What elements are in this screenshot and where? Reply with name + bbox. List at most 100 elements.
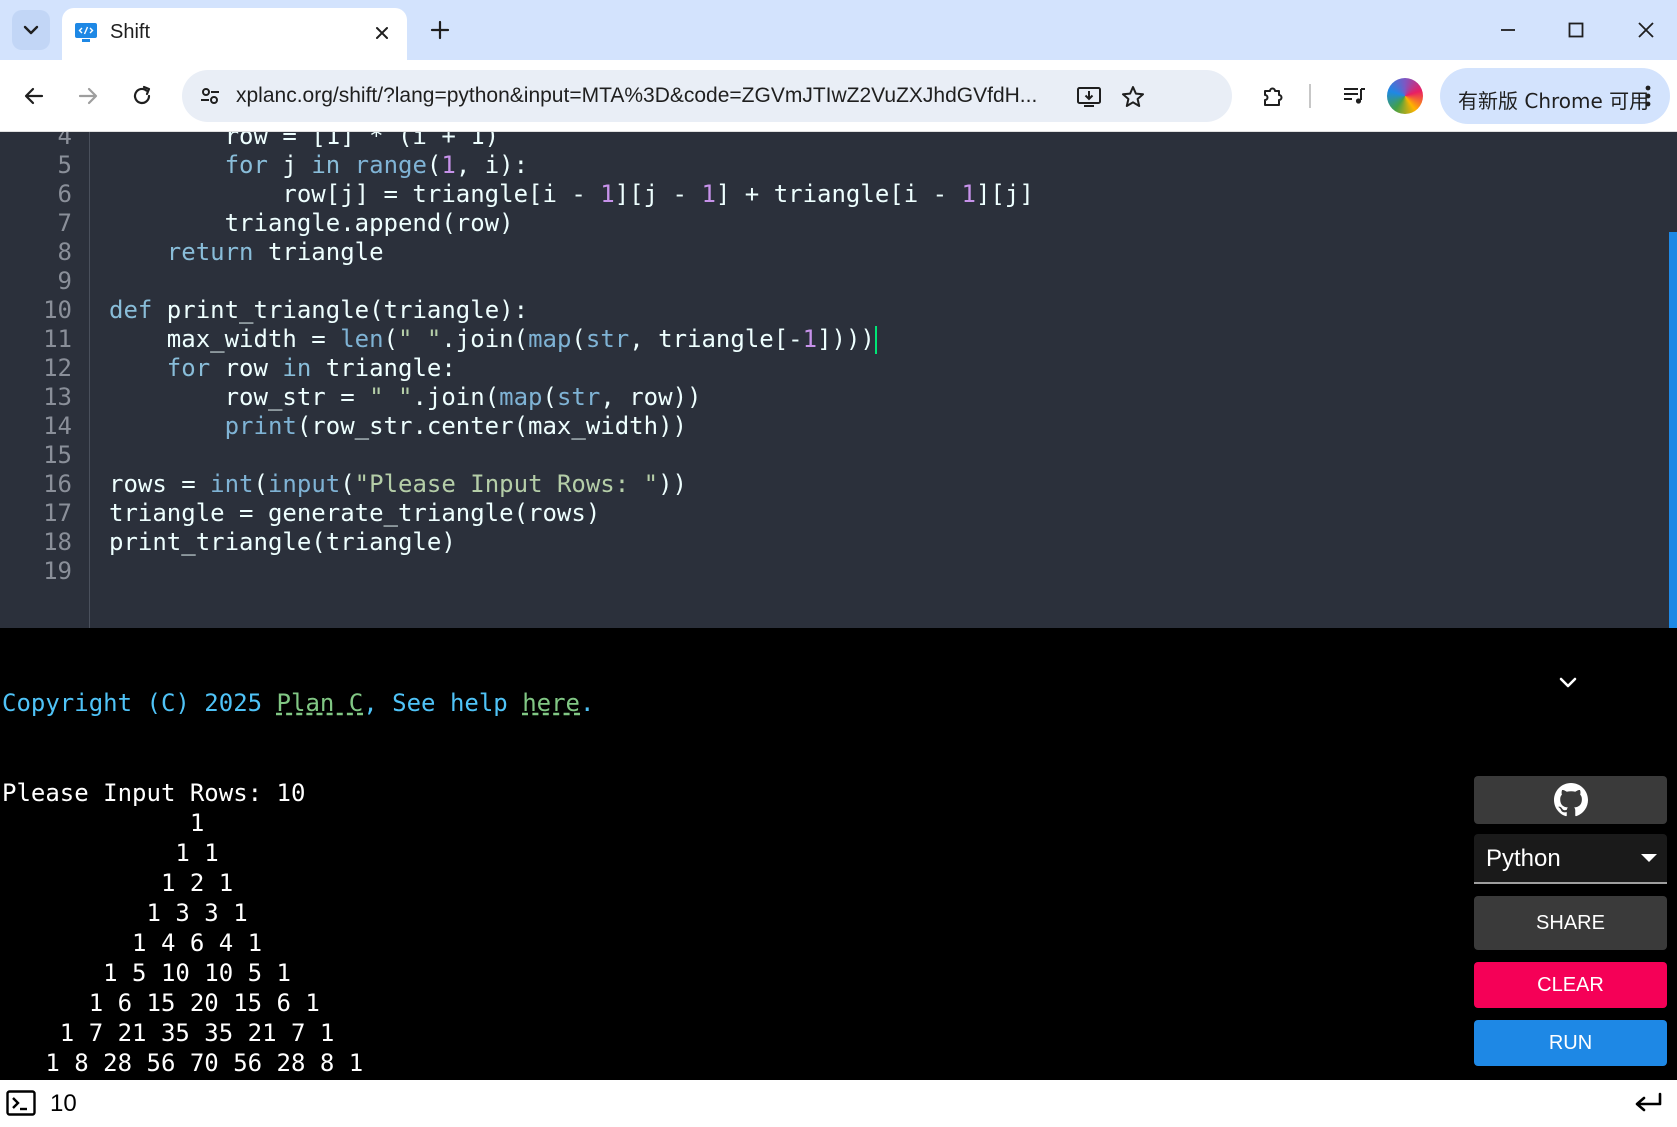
- line-number: 4: [57, 132, 72, 150]
- code-line[interactable]: 16 rows = int(input("Please Input Rows: "…: [0, 469, 1660, 500]
- minimize-button[interactable]: [1488, 12, 1528, 48]
- bookmark-button[interactable]: [1116, 80, 1150, 114]
- code-monitor-icon: [75, 23, 97, 42]
- code-line[interactable]: 18 print_triangle(triangle): [0, 527, 1660, 558]
- code-line[interactable]: 8 return triangle: [0, 237, 1660, 268]
- line-number: 15: [43, 441, 72, 469]
- line-number: 14: [43, 412, 72, 440]
- back-button[interactable]: [14, 76, 54, 116]
- code-line[interactable]: 15: [0, 440, 1660, 471]
- update-label: 有新版 Chrome 可用: [1458, 89, 1650, 113]
- close-icon: [376, 27, 388, 39]
- help-here-link[interactable]: here: [522, 689, 580, 717]
- maximize-icon: [1568, 22, 1584, 38]
- line-number: 10: [43, 296, 72, 324]
- install-app-icon: [1077, 87, 1101, 107]
- clear-button[interactable]: CLEAR: [1474, 962, 1667, 1008]
- code-text[interactable]: print_triangle(triangle): [109, 527, 456, 558]
- code-text[interactable]: triangle.append(row): [109, 208, 514, 239]
- run-button[interactable]: RUN: [1474, 1020, 1667, 1066]
- site-info-button[interactable]: [194, 80, 226, 112]
- dropdown-arrow-icon: [1641, 854, 1657, 862]
- code-text[interactable]: row_str = " ".join(map(str, row)): [109, 382, 702, 413]
- window-close-button[interactable]: [1626, 12, 1666, 48]
- output-line: 1 6 15 20 15 6 1: [2, 989, 320, 1017]
- code-line[interactable]: 13 row_str = " ".join(map(str, row)): [0, 382, 1660, 413]
- collapse-panel-button[interactable]: [1550, 668, 1586, 698]
- line-number: 6: [57, 180, 72, 208]
- terminal-output: Please Input Rows: 10 1 1 1 1 2 1 1 3 3 …: [2, 778, 594, 1108]
- line-number: 13: [43, 383, 72, 411]
- code-line[interactable]: 10 def print_triangle(triangle):: [0, 295, 1660, 326]
- new-tab-button[interactable]: [424, 14, 456, 46]
- code-text[interactable]: rows = int(input("Please Input Rows: ")): [109, 469, 687, 500]
- plus-icon: [430, 20, 450, 40]
- browser-tab-bar: Shift: [0, 0, 1677, 60]
- toolbar-divider: [1309, 84, 1311, 108]
- share-button[interactable]: SHARE: [1474, 896, 1667, 950]
- output-line: 1 3 3 1: [2, 899, 248, 927]
- output-line: 1 2 1: [2, 869, 234, 897]
- chevron-down-icon: [23, 25, 39, 35]
- extensions-button[interactable]: [1254, 76, 1294, 116]
- code-line[interactable]: 12 for row in triangle:: [0, 353, 1660, 384]
- browser-tab-active[interactable]: Shift: [62, 8, 407, 60]
- queue-music-icon: [1344, 88, 1365, 104]
- address-bar[interactable]: xplanc.org/shift/?lang=python&input=MTA%…: [182, 70, 1232, 122]
- code-text[interactable]: row[j] = triangle[i - 1][j - 1] + triang…: [109, 179, 1033, 210]
- line-number: 16: [43, 470, 72, 498]
- minimize-icon: [1501, 29, 1515, 31]
- code-line[interactable]: 11 max_width = len(" ".join(map(str, tri…: [0, 324, 1660, 355]
- code-editor[interactable]: 4 row = [1] * (i + 1) 5 for j in range(1,…: [0, 132, 1677, 628]
- code-line[interactable]: 4 row = [1] * (i + 1): [0, 132, 1660, 152]
- code-line[interactable]: 9: [0, 266, 1660, 297]
- url-text[interactable]: xplanc.org/shift/?lang=python&input=MTA%…: [236, 84, 1136, 108]
- chrome-update-button[interactable]: 有新版 Chrome 可用: [1440, 68, 1670, 124]
- line-number: 8: [57, 238, 72, 266]
- code-text[interactable]: triangle = generate_triangle(rows): [109, 498, 600, 529]
- media-controls-button[interactable]: [1334, 76, 1374, 116]
- stdin-input-bar[interactable]: 10: [0, 1080, 1677, 1127]
- output-line: 1 7 21 35 35 21 7 1: [2, 1019, 335, 1047]
- arrow-right-icon: [78, 87, 98, 105]
- code-text[interactable]: def print_triangle(triangle):: [109, 295, 528, 326]
- star-icon: [1122, 86, 1144, 107]
- code-text[interactable]: for j in range(1, i):: [109, 150, 528, 181]
- github-button[interactable]: [1474, 776, 1667, 824]
- code-line[interactable]: 5 for j in range(1, i):: [0, 150, 1660, 181]
- browser-menu-button[interactable]: [1636, 80, 1660, 112]
- line-number: 5: [57, 151, 72, 179]
- language-select[interactable]: Python: [1474, 834, 1667, 884]
- code-text[interactable]: row = [1] * (i + 1): [109, 132, 500, 152]
- output-line: 1: [2, 809, 205, 837]
- install-app-button[interactable]: [1072, 80, 1106, 114]
- code-line[interactable]: 19: [0, 556, 1660, 587]
- language-select-value: Python: [1486, 845, 1561, 872]
- output-line: 1 5 10 10 5 1: [2, 959, 291, 987]
- code-text[interactable]: print(row_str.center(max_width)): [109, 411, 687, 442]
- code-text[interactable]: for row in triangle:: [109, 353, 456, 384]
- tab-search-button[interactable]: [12, 10, 50, 50]
- stdin-input-field[interactable]: 10: [50, 1090, 77, 1118]
- code-line[interactable]: 6 row[j] = triangle[i - 1][j - 1] + tria…: [0, 179, 1660, 210]
- line-number: 11: [43, 325, 72, 353]
- forward-button[interactable]: [68, 76, 108, 116]
- plan-c-link[interactable]: Plan C: [277, 689, 364, 717]
- submit-input-button[interactable]: [1631, 1088, 1665, 1118]
- chevron-down-icon: [1559, 677, 1577, 688]
- line-number: 12: [43, 354, 72, 382]
- code-line[interactable]: 17 triangle = generate_triangle(rows): [0, 498, 1660, 529]
- terminal-prompt-icon: [6, 1090, 36, 1116]
- enter-icon: [1635, 1092, 1662, 1112]
- editor-scrollbar[interactable]: [1669, 232, 1677, 628]
- code-line[interactable]: 14 print(row_str.center(max_width)): [0, 411, 1660, 442]
- app-window: Shift xplanc.org/shift/?lang=python&inpu…: [0, 0, 1677, 1127]
- tab-close-button[interactable]: [369, 20, 395, 46]
- code-line[interactable]: 7 triangle.append(row): [0, 208, 1660, 239]
- output-line: 1 8 28 56 70 56 28 8 1: [2, 1049, 364, 1077]
- maximize-button[interactable]: [1556, 12, 1596, 48]
- profile-avatar[interactable]: [1387, 78, 1423, 114]
- code-text[interactable]: return triangle: [109, 237, 384, 268]
- reload-button[interactable]: [122, 76, 162, 116]
- code-text[interactable]: max_width = len(" ".join(map(str, triang…: [109, 324, 877, 355]
